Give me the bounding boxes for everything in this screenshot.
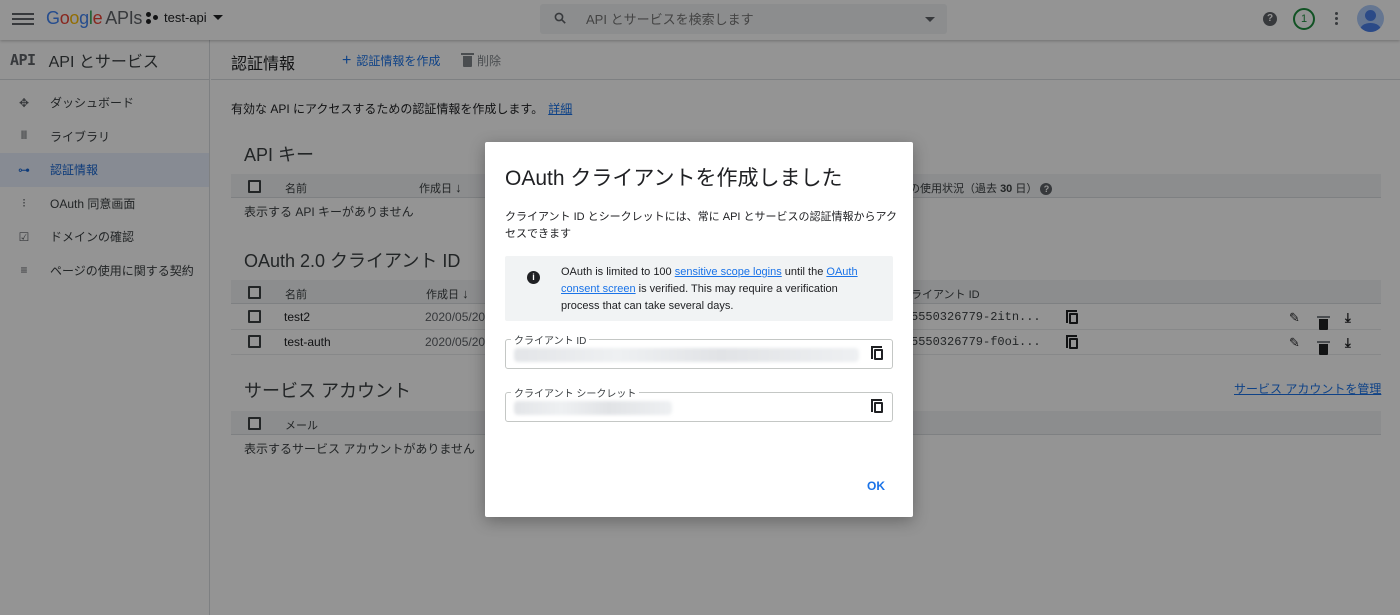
oauth-created-dialog: OAuth クライアントを作成しました クライアント ID とシークレットには、… (485, 142, 913, 517)
ok-button[interactable]: OK (867, 479, 885, 493)
dialog-description: クライアント ID とシークレットには、常に API とサービスの認証情報からア… (505, 211, 897, 240)
copy-client-id-icon[interactable] (871, 346, 883, 360)
client-id-field[interactable]: クライアント ID (505, 332, 893, 369)
sensitive-scope-link[interactable]: sensitive scope logins (675, 266, 782, 278)
dialog-title: OAuth クライアントを作成しました (505, 167, 843, 190)
client-secret-label: クライアント シークレット (511, 385, 640, 400)
client-id-label: クライアント ID (511, 332, 590, 347)
client-id-value-redacted (514, 348, 859, 362)
oauth-limit-notice: i OAuth is limited to 100 sensitive scop… (505, 256, 893, 321)
copy-client-secret-icon[interactable] (871, 399, 883, 413)
client-secret-value-redacted (514, 401, 672, 415)
info-icon: i (527, 271, 540, 284)
notice-text: OAuth is limited to 100 sensitive scope … (561, 266, 858, 312)
client-secret-field[interactable]: クライアント シークレット (505, 385, 893, 422)
